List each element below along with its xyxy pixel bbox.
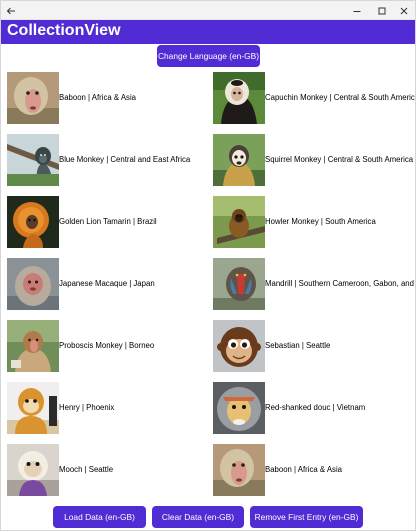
monkey-photo	[7, 382, 59, 434]
monkey-label: Baboon | Africa & Asia	[59, 93, 137, 102]
monkey-photo-image	[7, 320, 59, 372]
monkey-label: Blue Monkey | Central and East Africa	[59, 155, 191, 164]
collection-item[interactable]: Sebastian | Seattle	[213, 320, 415, 372]
monkey-photo	[7, 444, 59, 496]
clear-data-button[interactable]: Clear Data (en-GB)	[152, 506, 244, 528]
app-header: CollectionView	[1, 20, 415, 44]
monkey-photo-image	[7, 444, 59, 496]
monkey-photo	[7, 320, 59, 372]
monkey-photo-image	[7, 134, 59, 186]
app-window: CollectionView Change Language (en-GB) B…	[0, 0, 416, 531]
monkey-photo-image	[213, 320, 265, 372]
change-language-button[interactable]: Change Language (en-GB)	[157, 45, 260, 67]
monkey-label: Capuchin Monkey | Central & South Americ…	[265, 93, 415, 102]
monkey-photo-image	[7, 382, 59, 434]
collection-item[interactable]: Mooch | Seattle	[7, 444, 212, 496]
monkey-label: Red-shanked douc | Vietnam	[265, 403, 366, 412]
title-bar	[1, 1, 415, 20]
monkey-photo	[213, 134, 265, 186]
monkey-label: Japanese Macaque | Japan	[59, 279, 155, 288]
monkey-photo	[213, 320, 265, 372]
close-window-button[interactable]	[392, 1, 415, 20]
page-title: CollectionView	[7, 22, 121, 39]
collection-item[interactable]: Howler Monkey | South America	[213, 196, 415, 248]
monkey-photo-image	[213, 258, 265, 310]
collection-item[interactable]: Red-shanked douc | Vietnam	[213, 382, 415, 434]
monkey-label: Sebastian | Seattle	[265, 341, 331, 350]
monkey-photo	[213, 444, 265, 496]
monkey-photo-image	[213, 134, 265, 186]
monkey-label: Proboscis Monkey | Borneo	[59, 341, 155, 350]
monkey-photo	[7, 72, 59, 124]
collection-item[interactable]: Mandrill | Southern Cameroon, Gabon, and	[213, 258, 415, 310]
monkey-photo-image	[213, 382, 265, 434]
close-icon	[400, 7, 408, 14]
monkey-label: Golden Lion Tamarin | Brazil	[59, 217, 157, 226]
monkey-photo-image	[7, 196, 59, 248]
monkey-label: Squirrel Monkey | Central & South Americ…	[265, 155, 414, 164]
monkey-collection-view[interactable]: Baboon | Africa & Asia Capuchin Monkey | …	[1, 69, 415, 497]
collection-item[interactable]: Golden Lion Tamarin | Brazil	[7, 196, 212, 248]
collection-item[interactable]: Baboon | Africa & Asia	[213, 444, 415, 496]
monkey-photo	[213, 72, 265, 124]
minimize-button[interactable]	[345, 1, 369, 20]
minimize-icon	[353, 10, 361, 12]
collection-item[interactable]: Capuchin Monkey | Central & South Americ…	[213, 72, 415, 124]
monkey-photo	[213, 382, 265, 434]
back-button[interactable]	[1, 1, 20, 20]
monkey-photo	[7, 196, 59, 248]
monkey-label: Mooch | Seattle	[59, 465, 114, 474]
monkey-photo	[213, 196, 265, 248]
collection-item[interactable]: Japanese Macaque | Japan	[7, 258, 212, 310]
maximize-icon	[378, 7, 386, 14]
monkey-label: Baboon | Africa & Asia	[265, 465, 343, 474]
monkey-photo-image	[213, 72, 265, 124]
back-arrow-icon	[6, 7, 15, 14]
collection-item[interactable]: Proboscis Monkey | Borneo	[7, 320, 212, 372]
monkey-photo-image	[213, 196, 265, 248]
load-data-button[interactable]: Load Data (en-GB)	[53, 506, 146, 528]
maximize-button[interactable]	[370, 1, 394, 20]
collection-item[interactable]: Henry | Phoenix	[7, 382, 212, 434]
collection-item[interactable]: Baboon | Africa & Asia	[7, 72, 212, 124]
monkey-label: Mandrill | Southern Cameroon, Gabon, and	[265, 279, 414, 288]
monkey-label: Henry | Phoenix	[59, 403, 115, 412]
monkey-photo	[7, 134, 59, 186]
collection-item[interactable]: Squirrel Monkey | Central & South Americ…	[213, 134, 415, 186]
monkey-photo	[7, 258, 59, 310]
monkey-photo-image	[7, 258, 59, 310]
monkey-photo-image	[7, 72, 59, 124]
monkey-label: Howler Monkey | South America	[265, 217, 376, 226]
monkey-photo	[213, 258, 265, 310]
remove-first-entry-button[interactable]: Remove First Entry (en-GB)	[250, 506, 363, 528]
collection-item[interactable]: Blue Monkey | Central and East Africa	[7, 134, 212, 186]
monkey-photo-image	[213, 444, 265, 496]
